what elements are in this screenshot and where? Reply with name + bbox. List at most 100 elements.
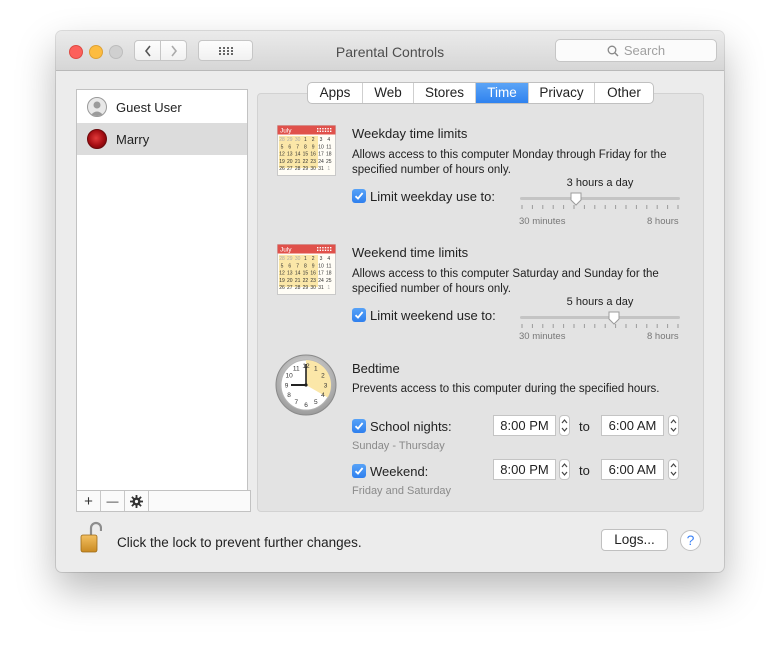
checkmark-icon (354, 422, 364, 430)
svg-text:19: 19 (279, 159, 285, 165)
svg-text:15: 15 (303, 152, 309, 158)
school-nights-end-time[interactable]: 6:00 AM (601, 415, 664, 436)
weekend-start-stepper[interactable] (559, 459, 570, 480)
svg-text:18: 18 (326, 271, 332, 277)
svg-text:6: 6 (288, 263, 291, 269)
svg-text:2: 2 (321, 373, 325, 380)
svg-text:13: 13 (287, 271, 293, 277)
svg-text:27: 27 (287, 166, 293, 172)
weekend-end-stepper[interactable] (668, 459, 679, 480)
svg-text:1: 1 (314, 365, 318, 372)
weekend-slider-knob[interactable] (608, 311, 620, 325)
svg-text:22: 22 (303, 278, 309, 284)
svg-text:23: 23 (310, 159, 316, 165)
school-nights-end-stepper[interactable] (668, 415, 679, 436)
rose-avatar (87, 129, 107, 149)
svg-text:6: 6 (304, 402, 308, 409)
school-nights-checkbox[interactable] (352, 419, 366, 433)
svg-text:28: 28 (279, 137, 285, 143)
svg-text:10: 10 (285, 373, 293, 380)
svg-text:21: 21 (295, 278, 301, 284)
svg-text:24: 24 (318, 278, 324, 284)
svg-text:10: 10 (318, 263, 324, 269)
svg-text:10: 10 (318, 144, 324, 150)
svg-text:22: 22 (303, 159, 309, 165)
school-nights-start-stepper[interactable] (559, 415, 570, 436)
weekend-description: Allows access to this computer Saturday … (352, 268, 659, 295)
checkmark-icon (354, 467, 364, 475)
svg-text:13: 13 (287, 152, 293, 158)
svg-text:29: 29 (287, 256, 293, 262)
help-button[interactable]: ? (680, 530, 701, 551)
svg-text:16: 16 (310, 271, 316, 277)
stepper-arrows-icon (561, 463, 568, 476)
title-bar: Parental Controls Search (56, 31, 724, 71)
svg-text:25: 25 (326, 278, 332, 284)
svg-text:19: 19 (279, 278, 285, 284)
svg-text:4: 4 (327, 137, 330, 143)
weekend-checkbox[interactable] (352, 308, 366, 322)
school-nights-label: School nights: (370, 419, 452, 434)
svg-text:11: 11 (326, 144, 331, 150)
user-list[interactable]: Guest User Marry (76, 89, 248, 491)
parental-controls-window: Parental Controls Search Guest User Marr… (56, 31, 724, 572)
svg-text:4: 4 (321, 392, 325, 399)
search-placeholder: Search (623, 43, 666, 58)
school-nights-start-time[interactable]: 8:00 PM (493, 415, 556, 436)
tab-time[interactable]: Time (476, 83, 529, 103)
svg-text:11: 11 (293, 365, 300, 372)
svg-text:31: 31 (318, 285, 324, 291)
logs-button[interactable]: Logs... (601, 529, 668, 551)
add-user-button[interactable]: + (77, 491, 101, 511)
tab-apps[interactable]: Apps (308, 83, 363, 103)
weekday-min-label: 30 minutes (519, 216, 566, 227)
svg-text:29: 29 (303, 285, 309, 291)
tab-other[interactable]: Other (595, 83, 653, 103)
weekend-bedtime-checkbox[interactable] (352, 464, 366, 478)
weekday-checkbox-label: Limit weekday use to: (370, 189, 496, 204)
remove-user-button[interactable]: — (101, 491, 125, 511)
user-item-marry[interactable]: Marry (77, 123, 247, 155)
svg-text:20: 20 (287, 159, 293, 165)
action-gear-button[interactable] (125, 491, 149, 511)
weekend-end-time[interactable]: 6:00 AM (601, 459, 664, 480)
stepper-arrows-icon (561, 419, 568, 432)
tab-privacy[interactable]: Privacy (529, 83, 595, 103)
svg-text:28: 28 (279, 256, 285, 262)
user-name: Guest User (116, 99, 182, 115)
svg-text:31: 31 (318, 166, 324, 172)
weekday-description: Allows access to this computer Monday th… (352, 149, 667, 176)
svg-text:2: 2 (312, 137, 315, 143)
school-nights-to-label: to (579, 419, 590, 434)
svg-text:23: 23 (310, 278, 316, 284)
svg-text:21: 21 (295, 159, 301, 165)
user-item-guest[interactable]: Guest User (77, 91, 247, 123)
svg-text:5: 5 (281, 144, 284, 150)
svg-text:26: 26 (279, 166, 285, 172)
svg-text:5: 5 (314, 399, 318, 406)
svg-text:30: 30 (310, 166, 316, 172)
weekend-bedtime-days: Friday and Saturday (352, 485, 452, 497)
lock-message: Click the lock to prevent further change… (117, 535, 362, 550)
svg-text:17: 17 (318, 271, 324, 277)
svg-text:30: 30 (310, 285, 316, 291)
weekend-slider[interactable] (520, 311, 680, 333)
clock-icon: 121234567891011 (275, 354, 337, 416)
weekday-checkbox[interactable] (352, 189, 366, 203)
svg-text:3: 3 (320, 137, 323, 143)
weekend-start-time[interactable]: 8:00 PM (493, 459, 556, 480)
tab-stores[interactable]: Stores (414, 83, 476, 103)
svg-text:5: 5 (281, 263, 284, 269)
svg-text:8: 8 (304, 144, 307, 150)
svg-text:18: 18 (326, 152, 332, 158)
stepper-arrows-icon (670, 463, 677, 476)
unlocked-lock-icon[interactable] (80, 521, 103, 553)
svg-text:24: 24 (318, 159, 324, 165)
svg-text:30: 30 (295, 137, 301, 143)
svg-text:9: 9 (285, 382, 289, 389)
tab-web[interactable]: Web (363, 83, 414, 103)
weekday-slider[interactable] (520, 192, 680, 214)
svg-text:16: 16 (310, 152, 316, 158)
weekday-slider-knob[interactable] (570, 192, 582, 206)
search-field[interactable]: Search (555, 39, 717, 62)
